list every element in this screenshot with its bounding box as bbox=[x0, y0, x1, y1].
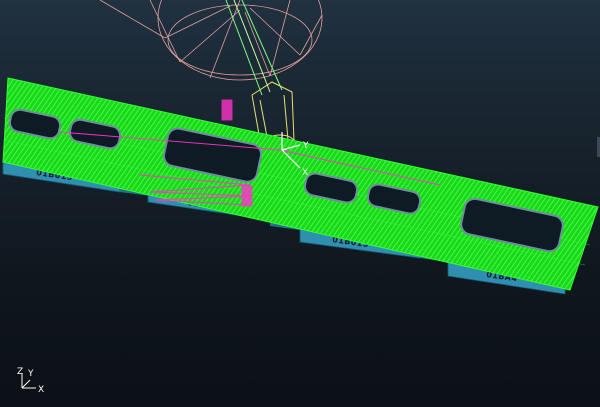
tool-triad-y-label: Y bbox=[302, 141, 309, 151]
tool-holder-wireframe bbox=[99, 0, 323, 81]
view-orientation-triad: Z Y X bbox=[17, 367, 44, 395]
cam-scene: 01B013 01BA4 01B013 01BA4 bbox=[2, 0, 599, 395]
view-triad-y-label: Y bbox=[27, 369, 34, 379]
view-triad-z-label: Z bbox=[17, 367, 23, 377]
view-triad-x-label: X bbox=[38, 385, 44, 395]
tool-triad-x-label: X bbox=[302, 168, 308, 178]
cam-3d-viewport[interactable]: 01B013 01BA4 01B013 01BA4 bbox=[0, 0, 600, 407]
